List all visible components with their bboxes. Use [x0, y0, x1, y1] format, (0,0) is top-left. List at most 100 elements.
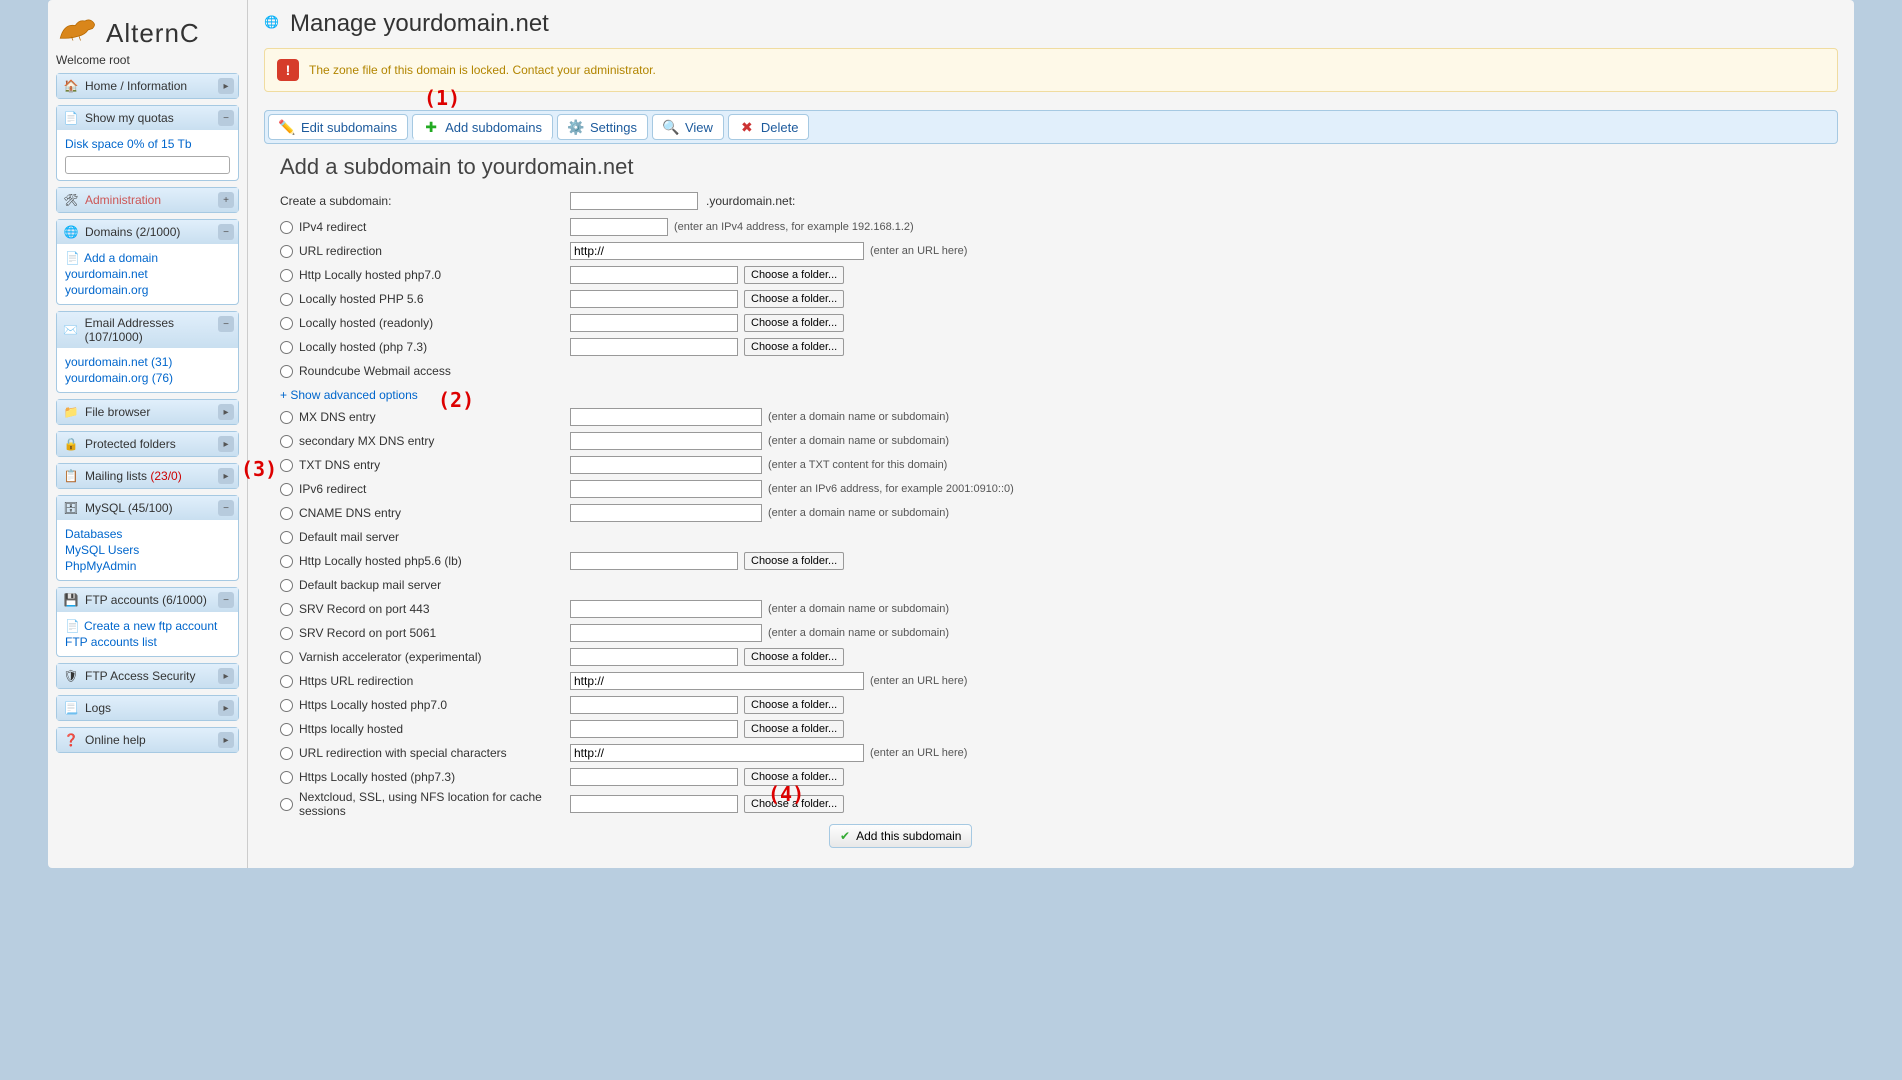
mysql-users-link[interactable]: MySQL Users — [65, 542, 230, 558]
tab-add-subdomains[interactable]: ✚Add subdomains — [412, 114, 553, 140]
input-url[interactable] — [570, 242, 864, 260]
input-mx2[interactable] — [570, 432, 762, 450]
radio-mx2[interactable] — [280, 435, 293, 448]
tab-view[interactable]: 🔍View — [652, 114, 724, 140]
choose-folder-nextcloud[interactable]: Choose a folder... — [744, 795, 844, 813]
nav-protected[interactable]: 🔒 Protected folders ▸ — [57, 432, 238, 456]
input-srv443[interactable] — [570, 600, 762, 618]
radio-nextcloud[interactable] — [280, 798, 293, 811]
input-mx[interactable] — [570, 408, 762, 426]
nav-mysql[interactable]: 🗄 MySQL (45/100) − — [57, 496, 238, 520]
radio-srv443[interactable] — [280, 603, 293, 616]
subdomain-input[interactable] — [570, 192, 698, 210]
radio-roundcube[interactable] — [280, 365, 293, 378]
show-advanced-link[interactable]: + Show advanced options — [280, 384, 418, 406]
chevron-right-icon[interactable]: ▸ — [218, 78, 234, 94]
chevron-right-icon[interactable]: ▸ — [218, 404, 234, 420]
radio-cname[interactable] — [280, 507, 293, 520]
choose-folder-varnish[interactable]: Choose a folder... — [744, 648, 844, 666]
radio-php56[interactable] — [280, 293, 293, 306]
email-link-2[interactable]: yourdomain.org (76) — [65, 370, 230, 386]
input-ipv6[interactable] — [570, 480, 762, 498]
chevron-right-icon[interactable]: ▸ — [218, 732, 234, 748]
radio-url[interactable] — [280, 245, 293, 258]
input-varnish[interactable] — [570, 648, 738, 666]
choose-folder-php56lb[interactable]: Choose a folder... — [744, 552, 844, 570]
create-ftp-link[interactable]: Create a new ftp account — [84, 618, 217, 634]
input-httpslocal[interactable] — [570, 720, 738, 738]
radio-urlspec[interactable] — [280, 747, 293, 760]
choose-folder-php70[interactable]: Choose a folder... — [744, 266, 844, 284]
radio-php73[interactable] — [280, 341, 293, 354]
radio-httpsurl[interactable] — [280, 675, 293, 688]
radio-php70[interactable] — [280, 269, 293, 282]
add-domain-link[interactable]: Add a domain — [84, 250, 158, 266]
input-php56lb[interactable] — [570, 552, 738, 570]
radio-httpslocal[interactable] — [280, 723, 293, 736]
mysql-databases-link[interactable]: Databases — [65, 526, 230, 542]
quota-disk-link[interactable]: Disk space 0% of 15 Tb — [65, 136, 230, 152]
minus-icon[interactable]: − — [218, 500, 234, 516]
chevron-right-icon[interactable]: ▸ — [218, 468, 234, 484]
input-php73[interactable] — [570, 338, 738, 356]
input-cname[interactable] — [570, 504, 762, 522]
radio-ipv4[interactable] — [280, 221, 293, 234]
radio-mx[interactable] — [280, 411, 293, 424]
choose-folder-httpsphp70[interactable]: Choose a folder... — [744, 696, 844, 714]
minus-icon[interactable]: − — [218, 110, 234, 126]
input-httpsphp70[interactable] — [570, 696, 738, 714]
input-ipv4[interactable] — [570, 218, 668, 236]
nav-ftp[interactable]: 💾 FTP accounts (6/1000) − — [57, 588, 238, 612]
domain-link-2[interactable]: yourdomain.org — [65, 282, 230, 298]
choose-folder-httpslocal[interactable]: Choose a folder... — [744, 720, 844, 738]
radio-txt[interactable] — [280, 459, 293, 472]
choose-folder-httpsphp73[interactable]: Choose a folder... — [744, 768, 844, 786]
input-httpsurl[interactable] — [570, 672, 864, 690]
input-ro[interactable] — [570, 314, 738, 332]
input-php70[interactable] — [570, 266, 738, 284]
radio-varnish[interactable] — [280, 651, 293, 664]
radio-ro[interactable] — [280, 317, 293, 330]
plus-icon[interactable]: + — [218, 192, 234, 208]
minus-icon[interactable]: − — [218, 592, 234, 608]
nav-logs[interactable]: 📃 Logs ▸ — [57, 696, 238, 720]
input-txt[interactable] — [570, 456, 762, 474]
minus-icon[interactable]: − — [218, 224, 234, 240]
radio-httpsphp70[interactable] — [280, 699, 293, 712]
nav-home[interactable]: 🏠 Home / Information ▸ — [57, 74, 238, 98]
minus-icon[interactable]: − — [218, 316, 234, 332]
chevron-right-icon[interactable]: ▸ — [218, 700, 234, 716]
radio-ipv6[interactable] — [280, 483, 293, 496]
radio-httpsphp73[interactable] — [280, 771, 293, 784]
tab-edit-subdomains[interactable]: ✏️Edit subdomains — [268, 114, 408, 140]
input-nextcloud[interactable] — [570, 795, 738, 813]
radio-defmail[interactable] — [280, 531, 293, 544]
input-srv5061[interactable] — [570, 624, 762, 642]
input-urlspec[interactable] — [570, 744, 864, 762]
ftp-list-link[interactable]: FTP accounts list — [65, 634, 230, 650]
email-link-1[interactable]: yourdomain.net (31) — [65, 354, 230, 370]
radio-php56lb[interactable] — [280, 555, 293, 568]
input-php56[interactable] — [570, 290, 738, 308]
nav-domains[interactable]: 🌐 Domains (2/1000) − — [57, 220, 238, 244]
tab-settings[interactable]: ⚙️Settings — [557, 114, 648, 140]
domain-link-1[interactable]: yourdomain.net — [65, 266, 230, 282]
radio-defbackup[interactable] — [280, 579, 293, 592]
phpmyadmin-link[interactable]: PhpMyAdmin — [65, 558, 230, 574]
choose-folder-php56[interactable]: Choose a folder... — [744, 290, 844, 308]
nav-mailing[interactable]: 📋 Mailing lists (23/0) ▸ — [57, 464, 238, 488]
chevron-right-icon[interactable]: ▸ — [218, 436, 234, 452]
nav-quotas[interactable]: 📄 Show my quotas − — [57, 106, 238, 130]
choose-folder-ro[interactable]: Choose a folder... — [744, 314, 844, 332]
nav-filebrowser[interactable]: 📁 File browser ▸ — [57, 400, 238, 424]
nav-emails[interactable]: ✉️ Email Addresses (107/1000) − — [57, 312, 238, 348]
input-httpsphp73[interactable] — [570, 768, 738, 786]
chevron-right-icon[interactable]: ▸ — [218, 668, 234, 684]
nav-ftpsec[interactable]: 🛡 FTP Access Security ▸ — [57, 664, 238, 688]
choose-folder-php73[interactable]: Choose a folder... — [744, 338, 844, 356]
nav-admin[interactable]: 🛠 Administration + — [57, 188, 238, 212]
radio-srv5061[interactable] — [280, 627, 293, 640]
add-subdomain-button[interactable]: ✔ Add this subdomain — [829, 824, 972, 848]
tab-delete[interactable]: ✖Delete — [728, 114, 810, 140]
nav-help[interactable]: ❓ Online help ▸ — [57, 728, 238, 752]
